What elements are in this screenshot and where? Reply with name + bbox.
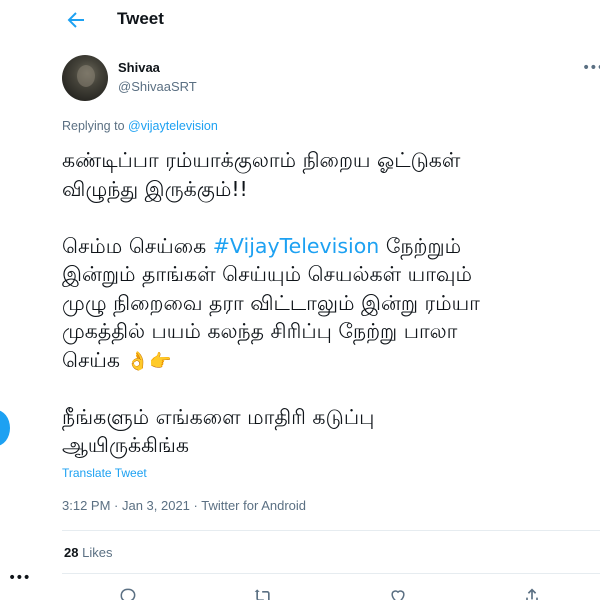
tweet-timestamp[interactable]: 3:12 PM · Jan 3, 2021 · Twitter for Andr… <box>62 498 306 513</box>
author-name[interactable]: Shivaa <box>118 60 160 75</box>
share-icon[interactable] <box>522 586 542 600</box>
reply-icon[interactable] <box>118 586 138 600</box>
divider <box>62 573 600 574</box>
tweet-line: முழு நிறைவை தரா விட்டாலும் இன்று ரம்யா <box>62 290 480 315</box>
tweet-line: கண்டிப்பா ரம்யாக்குலாம் நிறைய ஓட்டுகள் <box>62 148 461 172</box>
tweet-line: முகத்தில் பயம் கலந்த சிரிப்பு நேற்று பால… <box>62 319 458 343</box>
arrow-left-icon[interactable] <box>64 8 88 32</box>
page-title: Tweet <box>117 9 164 28</box>
tweet-text-segment: நேற்றும் <box>379 233 462 258</box>
divider <box>62 530 600 531</box>
tweet-text: கண்டிப்பா ரம்யாக்குலாம் நிறைய ஓட்டுகள் வ… <box>62 146 600 460</box>
tweet-line: நீங்களும் எங்களை மாதிரி கடுப்பு <box>62 404 375 429</box>
likes-label: Likes <box>82 545 113 560</box>
likes-count: 28 <box>64 545 79 560</box>
avatar[interactable] <box>62 55 108 101</box>
tweet-line: செம்ம செய்கை #VijayTelevision நேற்றும் <box>62 232 600 261</box>
top-bar: Tweet <box>0 0 600 44</box>
tweet-text-segment: செம்ம செய்கை <box>62 233 207 258</box>
tweet-line: ஆயிருக்கிங்க <box>62 433 189 457</box>
tweet-text-segment: செய்க <box>62 347 120 372</box>
hashtag-link[interactable]: #VijayTelevision <box>213 234 380 258</box>
tweet-line: விழுந்து இருக்கும்!! <box>62 176 248 201</box>
tweet-line: செய்க 👌👉 <box>62 346 600 375</box>
action-bar <box>0 586 600 600</box>
like-icon[interactable] <box>388 586 408 600</box>
replying-to-label: Replying to <box>62 119 125 133</box>
mention-link[interactable]: @vijaytelevision <box>128 119 218 133</box>
more-icon[interactable]: ••• <box>582 60 600 76</box>
pointing-right-emoji: 👉 <box>148 350 172 372</box>
tweet-line: இன்றும் தாங்கள் செய்யும் செயல்கள் யாவும் <box>62 262 473 286</box>
ok-hand-emoji: 👌 <box>126 350 149 372</box>
translate-tweet-link[interactable]: Translate Tweet <box>62 466 147 480</box>
more-icon[interactable]: ••• <box>8 570 31 586</box>
replying-to: Replying to @vijaytelevision <box>62 119 218 133</box>
likes-stat[interactable]: 28 Likes <box>64 545 112 560</box>
author-handle[interactable]: @ShivaaSRT <box>118 79 197 94</box>
retweet-icon[interactable] <box>253 586 273 600</box>
floating-compose-button[interactable] <box>0 410 10 446</box>
